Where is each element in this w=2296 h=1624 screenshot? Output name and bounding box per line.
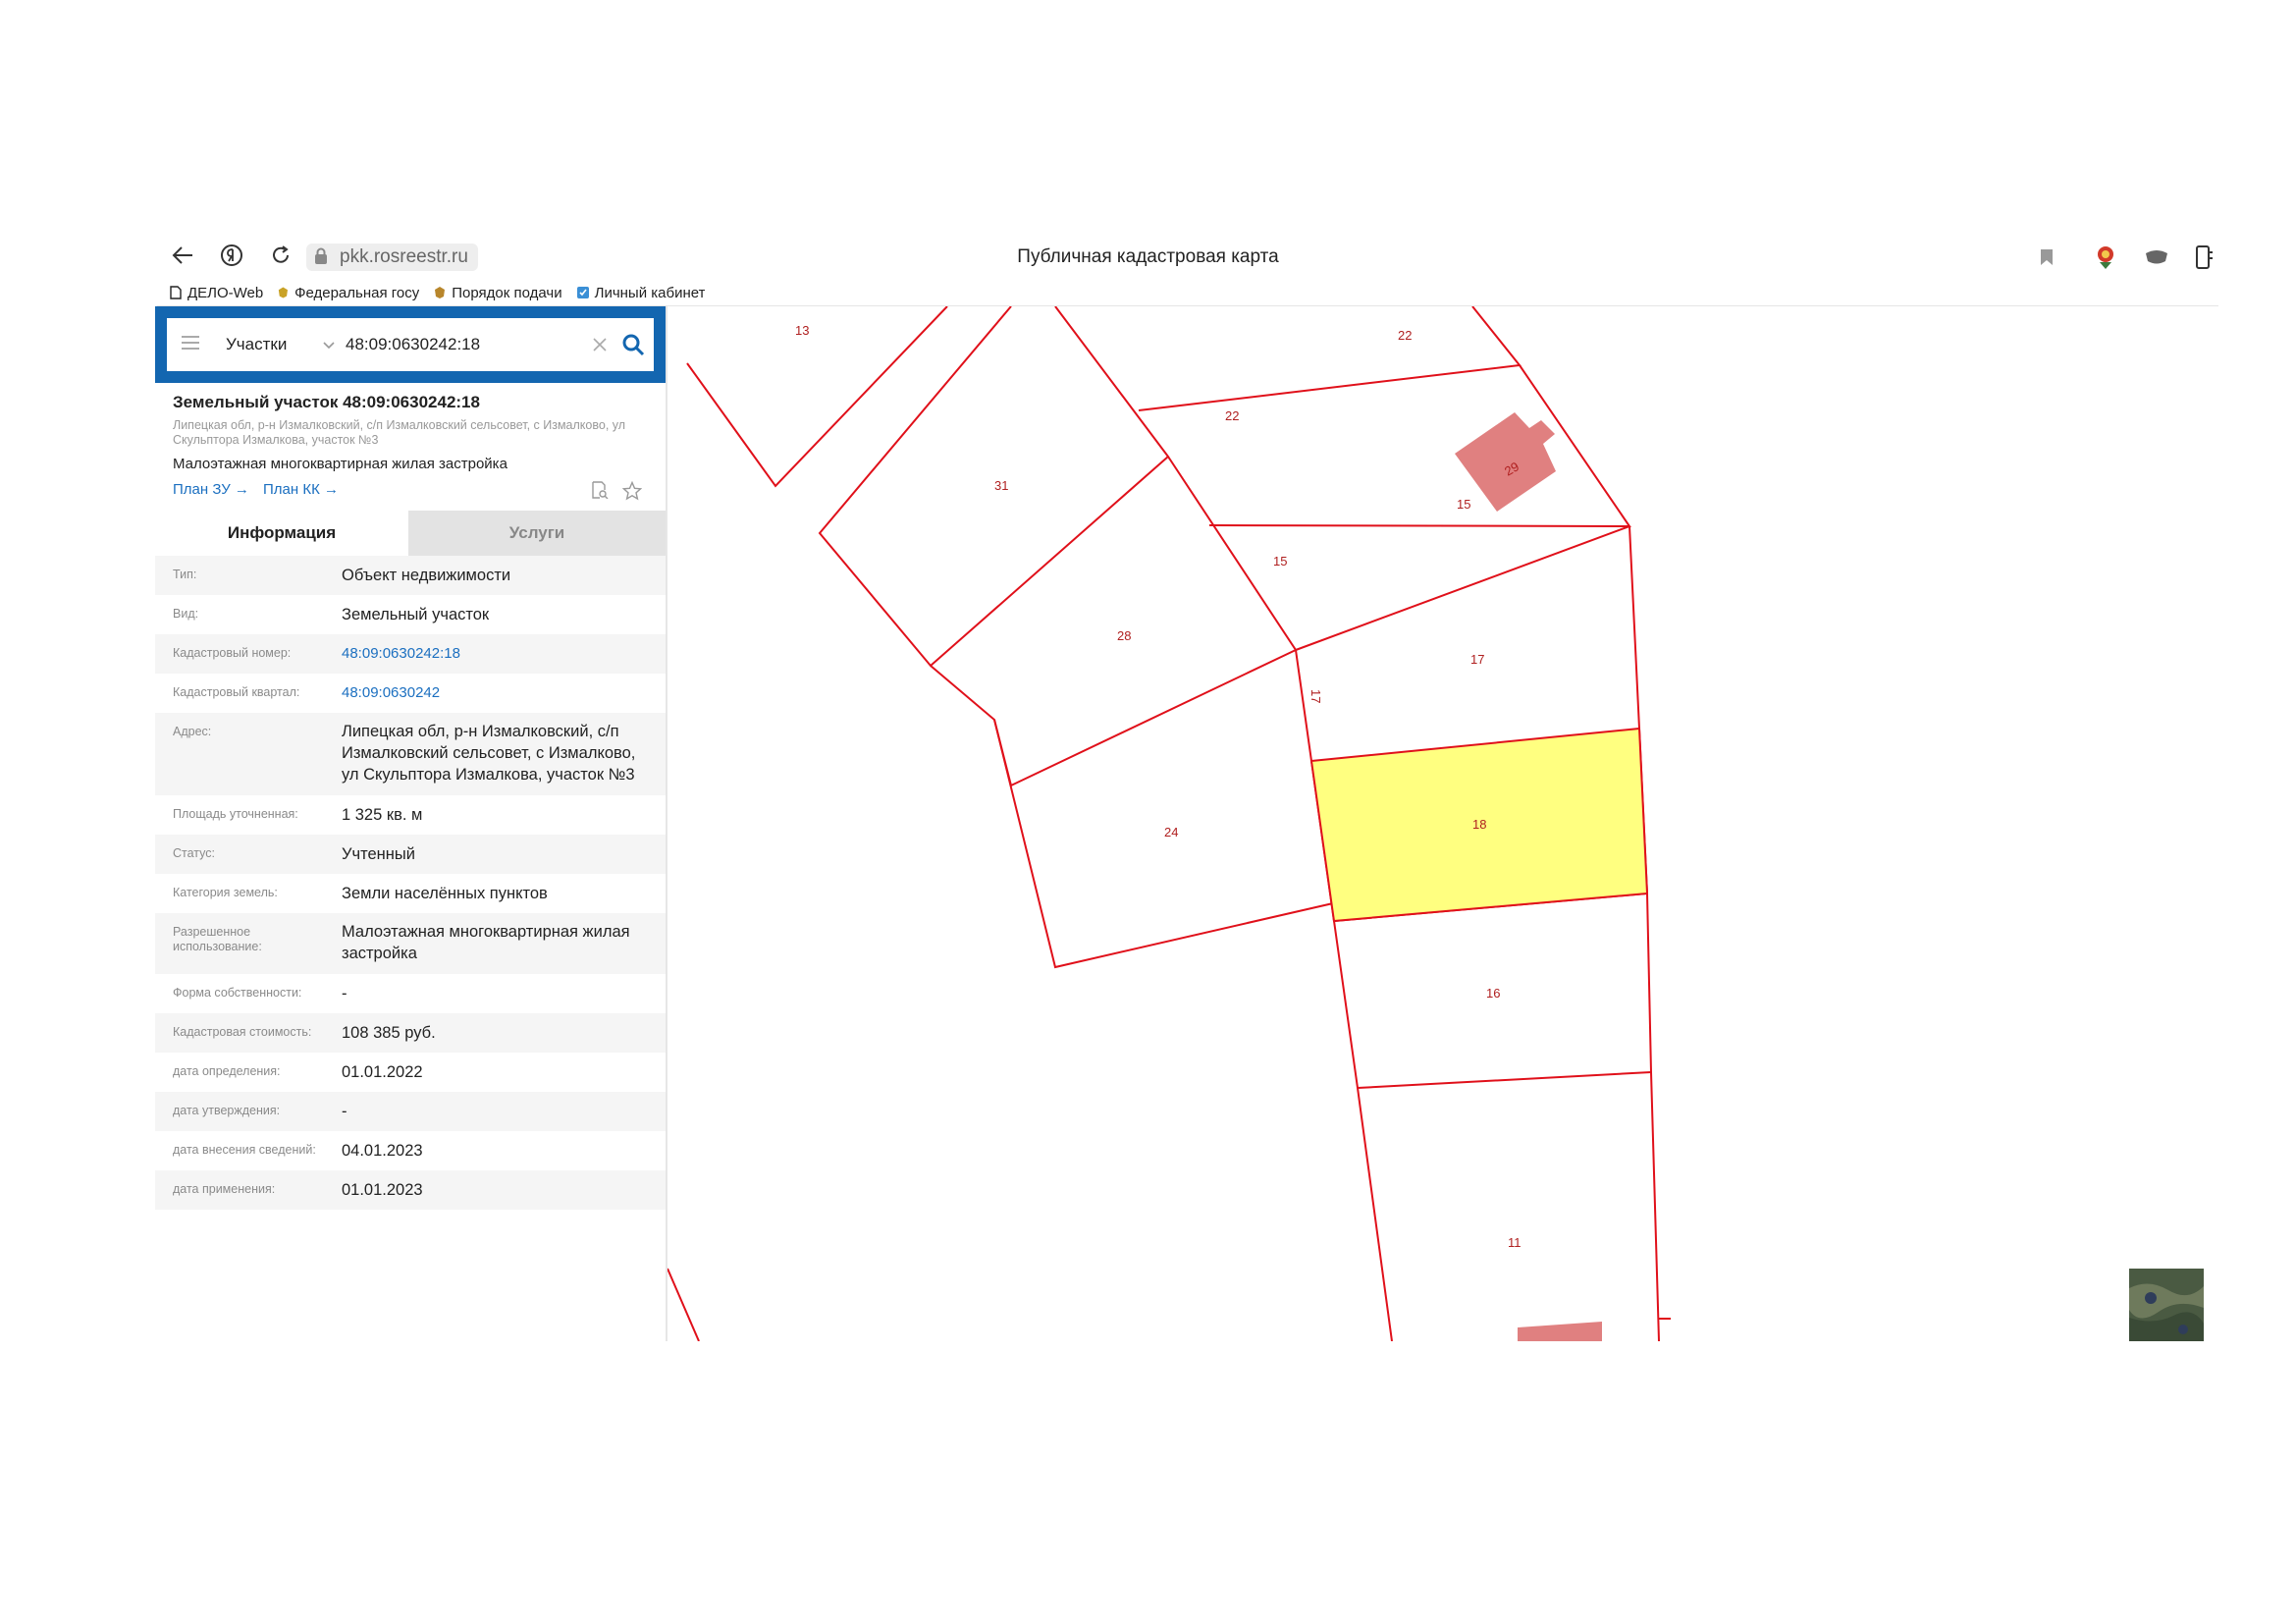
parcel-boundary [1629,525,1660,1341]
page-title: Публичная кадастровая карта [1017,246,1279,267]
parcel-boundary [686,306,948,488]
parcel-boundary [667,1268,700,1341]
attribute-row: Категория земель: Земли населённых пункт… [173,885,548,902]
category-select[interactable]: Участки [226,318,287,371]
search-box: Участки 48:09:0630242:18 [167,318,654,371]
satellite-layer-thumbnail[interactable] [2129,1269,2204,1341]
parcel-boundary [993,456,1298,787]
attribute-row: дата внесения сведений: 04.01.2023 [173,1142,423,1160]
search-input[interactable]: 48:09:0630242:18 [346,318,561,371]
parcel-label: 24 [1164,825,1178,839]
parcel-label: 11 [1508,1235,1522,1250]
parcel-boundary [1208,364,1631,528]
object-address: Липецкая обл, р-н Измалковский, с/п Изма… [173,418,626,447]
map-canvas[interactable]: 13 22 22 31 29 15 15 28 17 17 24 18 16 1… [667,306,2218,1341]
parcel-label: 17 [1470,652,1484,667]
cadastral-number-link[interactable]: 48:09:0630242:18 [342,643,656,665]
bookmark-icon[interactable] [2032,243,2061,272]
parcel-label: 22 [1398,328,1412,343]
attribute-row: Адрес: Липецкая обл, р-н Измалковский, с… [155,713,666,795]
tabs: Информация Услуги [155,511,666,556]
tab-services[interactable]: Услуги [408,511,666,556]
attribute-row: дата определения: 01.01.2022 [173,1063,423,1081]
doc-search-icon[interactable] [591,481,609,499]
attribute-row: Вид: Земельный участок [173,606,490,623]
parcel-label: 13 [795,323,809,338]
extension-icon[interactable] [2189,243,2218,272]
building [1518,1322,1602,1341]
object-use: Малоэтажная многоквартирная жилая застро… [173,456,507,472]
menu-icon[interactable] [181,335,200,351]
tab-information[interactable]: Информация [155,511,408,556]
plan-zu-link[interactable]: План ЗУ → [173,481,249,498]
emblem-icon [279,287,289,298]
search-icon[interactable] [620,332,646,357]
bookmark-item[interactable]: Порядок подачи [433,282,562,303]
bookmarks-bar: ДЕЛО-Web Федеральная госу Порядок подачи… [169,282,705,303]
attribute-row: Форма собственности: - [173,985,347,1002]
attribute-row: Тип: Объект недвижимости [155,556,666,595]
parcel-label: 15 [1457,497,1470,512]
bookmark-item[interactable]: Федеральная госу [277,282,419,303]
parcel-label: 17 [1308,689,1323,703]
bookmark-item[interactable]: ДЕЛО-Web [169,282,263,303]
parcel-boundary [1295,525,1630,651]
chevron-down-icon[interactable] [322,338,336,352]
parcel-label: 28 [1117,628,1131,643]
parcel-boundary [1357,1071,1652,1089]
parcel-label: 22 [1225,408,1239,423]
attribute-row: дата утверждения: - [155,1092,666,1131]
cadastral-quarter-link[interactable]: 48:09:0630242 [342,682,656,704]
document-icon [170,286,182,299]
extension-icon[interactable] [2091,243,2120,272]
bookmark-item[interactable]: Личный кабинет [576,282,705,303]
extension-icon[interactable] [2142,243,2171,272]
parcel-label: 18 [1472,817,1486,832]
attribute-row: Кадастровый номер: 48:09:0630242:18 [155,634,666,674]
attribute-row: Разрешенное использование: Малоэтажная м… [155,913,666,974]
parcel-label: 31 [994,478,1008,493]
attribute-row: дата применения: 01.01.2023 [155,1170,666,1210]
star-icon[interactable] [622,481,642,501]
attribute-row: Статус: Учтенный [155,835,666,874]
plan-kk-link[interactable]: План КК → [263,481,339,498]
attribute-row: Площадь уточненная: 1 325 кв. м [173,806,423,824]
parcel-label: 15 [1273,554,1287,568]
object-title: Земельный участок 48:09:0630242:18 [173,393,480,411]
attribute-row: Кадастровый квартал: 48:09:0630242 [155,674,666,713]
search-header: Участки 48:09:0630242:18 [155,306,681,383]
parcel-layer: 13 22 22 31 29 15 15 28 17 17 24 18 16 1… [667,306,1671,1341]
attribute-row: Кадастровая стоимость: 108 385 руб. [155,1013,666,1053]
clear-icon[interactable] [591,336,609,353]
parcel-boundary [930,665,1334,969]
cabinet-icon [576,287,589,298]
parcel-boundary [1138,306,1522,411]
emblem-icon [435,287,446,298]
parcel-label: 16 [1486,986,1500,1001]
